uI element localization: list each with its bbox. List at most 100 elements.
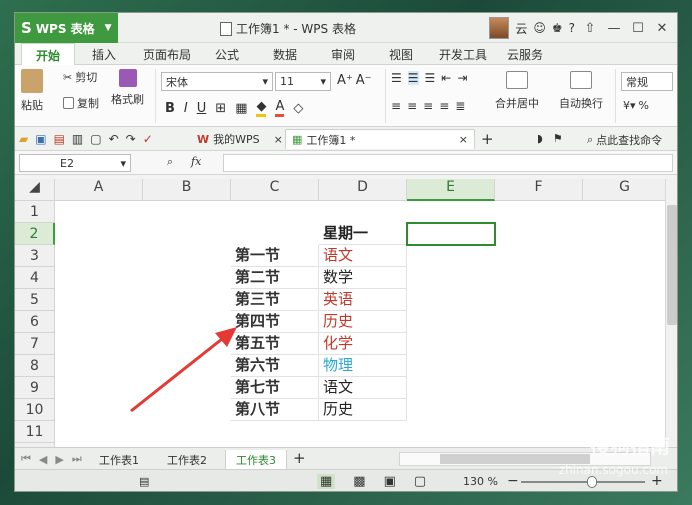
last-sheet-icon[interactable]: ⏭ [72, 452, 82, 466]
customize-icon[interactable]: ✓ [143, 132, 153, 146]
flag-icon[interactable]: ⚑ [553, 132, 563, 145]
wrap-text-button[interactable]: 自动换行 [559, 71, 603, 111]
vertical-scroll-thumb[interactable] [667, 205, 677, 325]
next-sheet-icon[interactable]: ▶ [55, 453, 63, 466]
skin-icon[interactable]: ☺ [533, 21, 546, 35]
zoom-level[interactable]: 130 % [463, 475, 498, 488]
sheet-doc-icon: ▦ [292, 133, 303, 146]
minimize-button[interactable]: — [605, 21, 623, 36]
undo-icon[interactable]: ↶ [109, 132, 119, 146]
command-search[interactable]: ⌕ 点此查找命令 [587, 132, 662, 148]
font-size-select[interactable]: 11 ▾ [275, 72, 331, 91]
font-size-value: 11 [280, 75, 294, 88]
close-icon[interactable]: × [459, 133, 468, 146]
page-break-view-icon[interactable]: ▣ [384, 474, 396, 489]
align-left-icon[interactable]: ≡ [391, 99, 401, 113]
italic-button[interactable]: I [184, 101, 188, 116]
new-tab-icon[interactable]: + [481, 130, 494, 148]
zoom-slider[interactable] [521, 476, 645, 488]
name-box[interactable]: E2 ▾ [19, 154, 131, 172]
tab-formulas[interactable]: 公式 [215, 46, 239, 63]
doc-tab-mywps[interactable]: W 我的WPS × [191, 129, 289, 149]
add-sheet-icon[interactable]: + [293, 449, 306, 467]
align-middle-icon[interactable]: ☰ [407, 71, 419, 85]
tab-developer[interactable]: 开发工具 [439, 46, 487, 63]
tab-review[interactable]: 审阅 [331, 46, 355, 63]
shirt-icon[interactable]: ♚ [552, 21, 563, 35]
fill-grid-icon[interactable]: ▦ [235, 101, 247, 116]
align-center-icon[interactable]: ≡ [407, 99, 417, 113]
macro-icon[interactable]: ▤ [139, 475, 149, 488]
sheet-tab-active[interactable]: 工作表3 [225, 450, 287, 471]
sheet-tab[interactable]: 工作表1 [89, 450, 149, 470]
font-color-icon[interactable]: A [275, 99, 285, 117]
currency-icon[interactable]: ¥▾ [623, 99, 636, 112]
tab-cloud[interactable]: 云服务 [507, 46, 543, 63]
maximize-button[interactable]: ☐ [629, 21, 647, 36]
underline-button[interactable]: U [197, 101, 207, 116]
distribute-icon[interactable]: ≣ [455, 99, 465, 113]
formula-input[interactable] [223, 154, 673, 172]
print-icon[interactable]: ▥ [72, 132, 83, 146]
tab-home[interactable]: 开始 [21, 43, 76, 66]
close-button[interactable]: ✕ [653, 21, 671, 36]
tab-view[interactable]: 视图 [389, 46, 413, 63]
help-button[interactable]: ? [569, 21, 575, 35]
page-layout-view-icon[interactable]: ▩ [353, 474, 365, 489]
app-menu-button[interactable]: S WPS 表格 ▼ [15, 13, 118, 43]
zoom-slider-thumb[interactable] [587, 476, 597, 488]
pin-icon[interactable]: ◗ [537, 132, 543, 145]
tab-page-layout[interactable]: 页面布局 [143, 46, 191, 63]
align-bottom-icon[interactable]: ☰ [425, 71, 436, 85]
search-icon: ⌕ [587, 133, 594, 146]
increase-font-icon[interactable]: A⁺ [337, 73, 353, 88]
ribbon-home: 粘贴 ✂ 剪切 复制 格式刷 宋体 ▾ 11 ▾ A⁺ A⁻ B I U ⊞ ▦… [15, 65, 677, 127]
user-name[interactable]: 云 [515, 20, 527, 37]
indent-decrease-icon[interactable]: ⇤ [441, 71, 451, 85]
font-name-select[interactable]: 宋体 ▾ [161, 72, 273, 91]
number-format-select[interactable]: 常规 [621, 72, 673, 91]
wps-logo-icon: S [21, 19, 32, 37]
merge-center-button[interactable]: 合并居中 [495, 71, 539, 111]
clear-format-icon[interactable]: ◇ [293, 101, 303, 116]
paste-button[interactable]: 粘贴 [21, 69, 43, 113]
percent-label: % [638, 99, 649, 112]
tab-data[interactable]: 数据 [273, 46, 297, 63]
tab-insert[interactable]: 插入 [92, 46, 116, 63]
prev-sheet-icon[interactable]: ◀ [39, 453, 47, 466]
first-sheet-icon[interactable]: ⏮ [21, 452, 31, 466]
font-grow-shrink[interactable]: A⁺ A⁻ [337, 73, 372, 88]
sheet-tab[interactable]: 工作表2 [157, 450, 217, 470]
format-painter-button[interactable]: 格式刷 [111, 69, 144, 107]
font-style-group: B I U ⊞ ▦ ◆ A ◇ [165, 99, 303, 117]
bold-button[interactable]: B [165, 101, 175, 116]
avatar[interactable] [489, 17, 510, 39]
copy-button[interactable]: 复制 [63, 95, 99, 111]
zoom-out-icon[interactable]: − [507, 473, 519, 489]
cut-button[interactable]: ✂ 剪切 [63, 69, 97, 85]
redo-icon[interactable]: ↷ [126, 132, 136, 146]
justify-icon[interactable]: ≡ [439, 99, 449, 113]
close-icon[interactable]: × [274, 133, 283, 146]
border-icon[interactable]: ⊞ [215, 101, 226, 116]
percent-button[interactable]: ¥▾ % [623, 99, 649, 112]
normal-view-icon[interactable]: ▦ [317, 474, 336, 489]
doc-tab-workbook[interactable]: ▦ 工作簿1 * × [285, 129, 475, 149]
restore-icon[interactable]: ⇧ [581, 21, 599, 36]
reading-view-icon[interactable]: ▢ [414, 474, 426, 489]
export-pdf-icon[interactable]: ▤ [54, 132, 65, 146]
zoom-search-icon[interactable]: ⌕ [167, 155, 173, 169]
merge-icon [506, 71, 528, 89]
align-right-icon[interactable]: ≡ [423, 99, 433, 113]
copy-icon [63, 97, 74, 109]
open-folder-icon[interactable]: ▰ [19, 132, 28, 146]
print-preview-icon[interactable]: ▢ [90, 132, 101, 146]
fill-color-icon[interactable]: ◆ [256, 99, 267, 117]
vertical-scrollbar[interactable] [665, 179, 677, 447]
save-icon[interactable]: ▣ [35, 132, 46, 146]
fx-button[interactable]: fx [191, 155, 201, 168]
indent-increase-icon[interactable]: ⇥ [457, 71, 467, 85]
ribbon-tabs: 开始 插入 页面布局 公式 数据 审阅 视图 开发工具 云服务 [15, 43, 677, 66]
decrease-font-icon[interactable]: A⁻ [356, 73, 372, 88]
align-top-icon[interactable]: ☰ [391, 71, 402, 85]
